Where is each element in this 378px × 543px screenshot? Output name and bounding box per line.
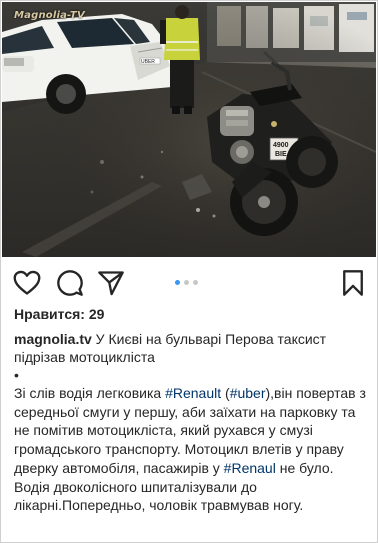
plate-line-1: 4900 (273, 142, 289, 149)
post-photo[interactable]: UBER 4900 BIE Magnolia-TV (2, 2, 376, 257)
heart-outline-icon[interactable] (13, 269, 41, 297)
post-action-bar (1, 263, 377, 303)
hashtag-renaul[interactable]: #Renaul (224, 460, 276, 476)
speech-bubble-icon[interactable] (56, 269, 84, 297)
hashtag-uber[interactable]: #uber (230, 385, 266, 401)
magnolia-tv-watermark: Magnolia-TV (14, 10, 85, 21)
hashtag-renault[interactable]: #Renault (165, 385, 221, 401)
post-body: • Зі слів водія легковика #Renault (#ube… (14, 368, 366, 515)
author-username[interactable]: magnolia.tv (14, 331, 92, 347)
body-segment: ( (221, 385, 230, 401)
bullet-separator: • (14, 367, 19, 383)
post-description: Зі слів водія легковика #Renault (#uber)… (14, 384, 366, 515)
carousel-dot-active (175, 280, 180, 285)
carousel-dot (193, 280, 198, 285)
bookmark-outline-icon[interactable] (339, 269, 367, 297)
accident-scene-image: UBER 4900 BIE (2, 2, 376, 257)
uber-door-label: UBER (141, 59, 155, 65)
carousel-dot (184, 280, 189, 285)
post-caption: magnolia.tv У Києві на бульварі Перова т… (14, 330, 364, 366)
paper-plane-icon[interactable] (97, 269, 125, 297)
carousel-indicator (175, 280, 198, 286)
plate-line-2: BIE (275, 151, 287, 158)
instagram-post: UBER 4900 BIE Magnolia-TV Нравится: 29 m… (0, 0, 378, 543)
likes-count[interactable]: Нравится: 29 (14, 306, 104, 322)
body-segment: Зі слів водія легковика (14, 385, 166, 401)
